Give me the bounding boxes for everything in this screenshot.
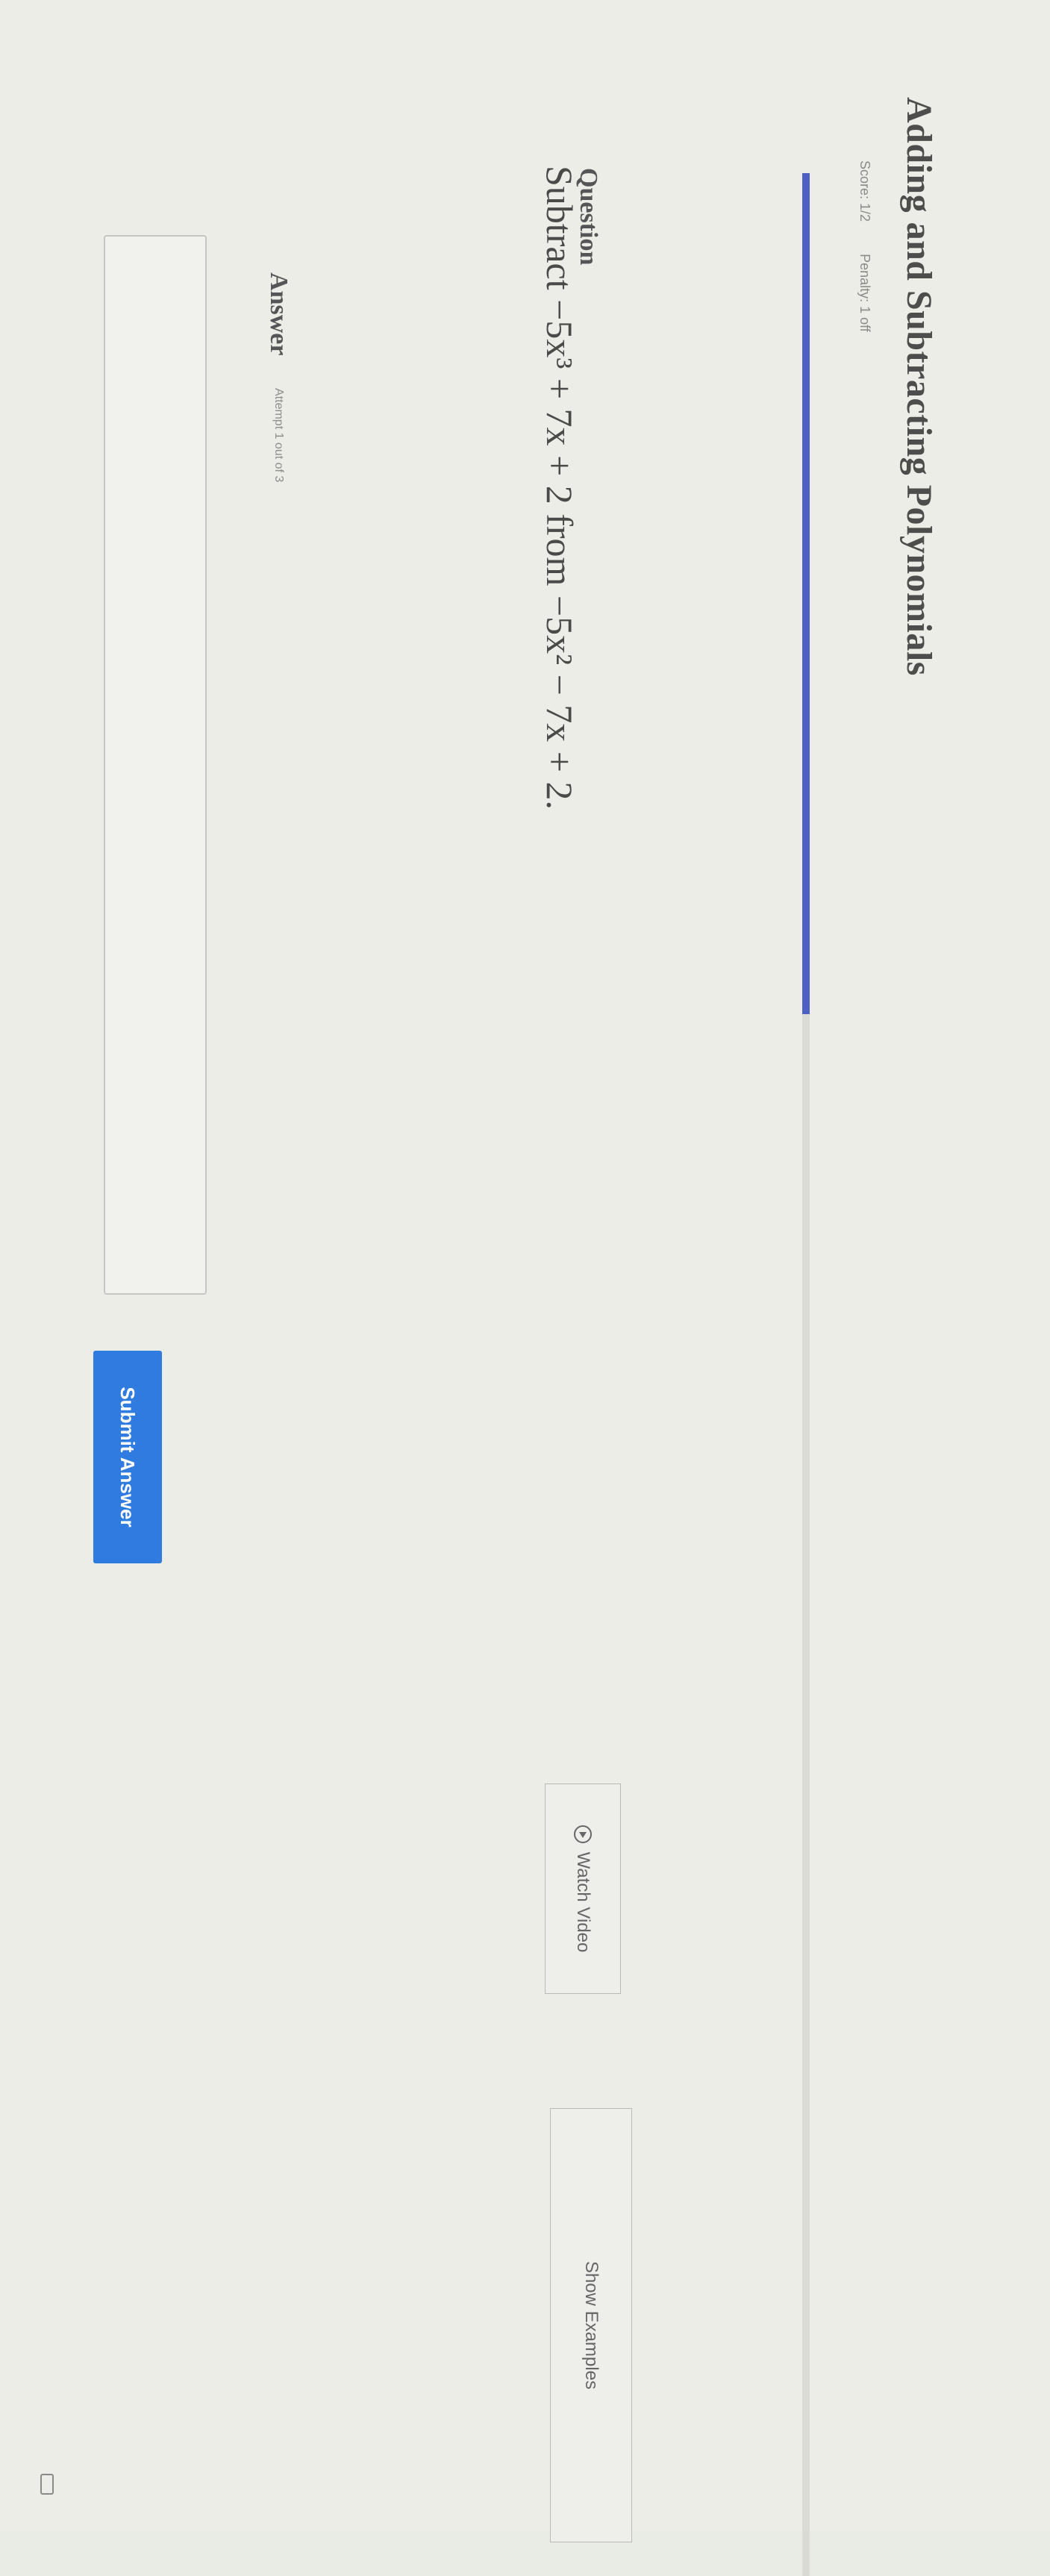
keyboard-icon[interactable]: [40, 2474, 54, 2495]
score-line: Score: 1/2 Penalty: 1 off: [857, 160, 872, 332]
score-text: Score: 1/2: [857, 160, 872, 222]
answer-label: Answer: [265, 272, 293, 356]
penalty-text: Penalty: 1 off: [857, 254, 872, 332]
question-text: Subtract −5x³ + 7x + 2 from −5x² − 7x + …: [539, 166, 581, 810]
watch-video-button[interactable]: Watch Video: [545, 1783, 621, 1994]
play-circle-icon: [574, 1825, 592, 1843]
answer-input[interactable]: [104, 235, 207, 1295]
progress-fill: [802, 173, 810, 1014]
page-title: Adding and Subtracting Polynomials: [899, 97, 939, 676]
submit-answer-button[interactable]: Submit Answer: [93, 1351, 162, 1563]
show-examples-label: Show Examples: [581, 2260, 601, 2390]
watch-video-label: Watch Video: [573, 1851, 593, 1953]
page: Adding and Subtracting Polynomials Score…: [0, 0, 1050, 2576]
attempt-text: Attempt 1 out of 3: [272, 388, 285, 483]
show-examples-button[interactable]: Show Examples: [550, 2108, 632, 2542]
progress-track: [802, 173, 810, 2576]
